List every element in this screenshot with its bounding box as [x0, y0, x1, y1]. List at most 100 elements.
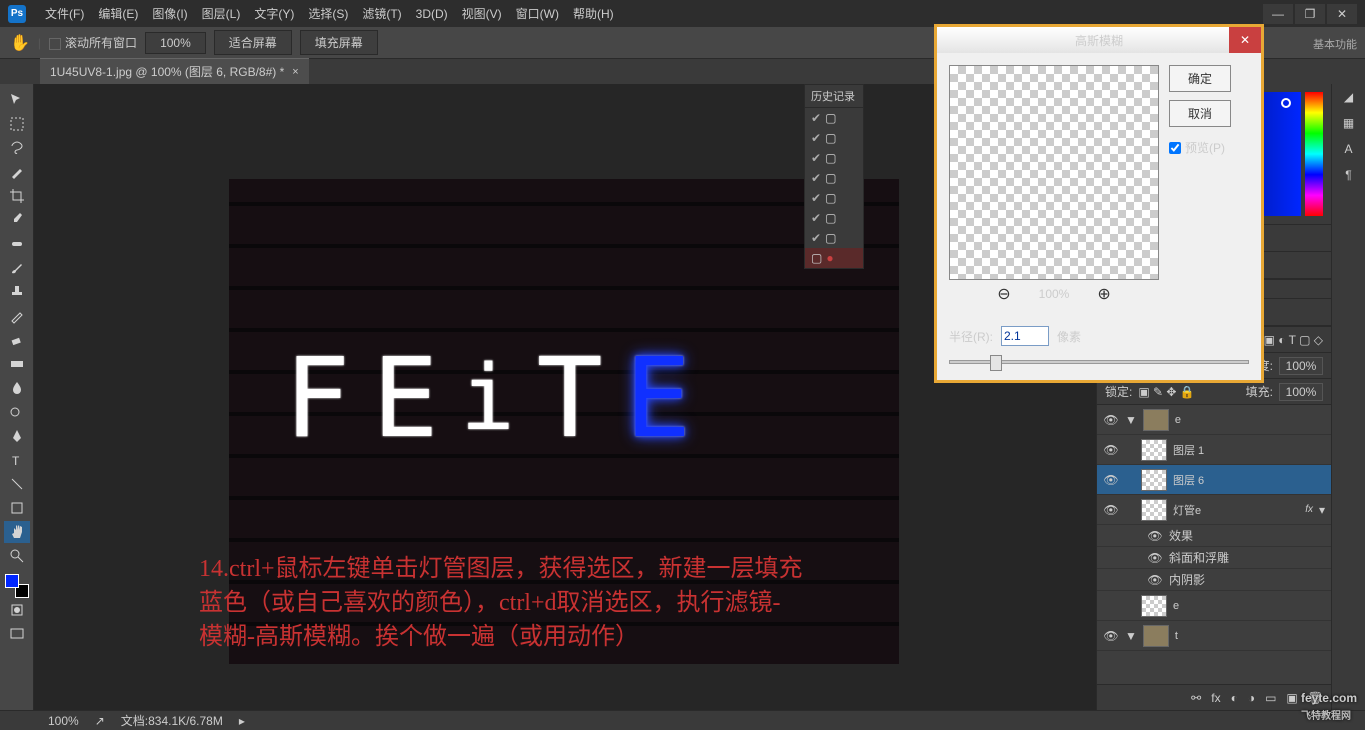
layers-panel: ρ 类型 ▣ ◐ T ▢ ◇ 正常 不透明度: 100% 锁定:▣ ✎ ✥ 🔒 … [1097, 326, 1331, 710]
history-item[interactable]: ✔▢ [805, 148, 863, 168]
layer-effect[interactable]: 👁斜面和浮雕 [1097, 547, 1331, 569]
quickmask-tool[interactable] [4, 599, 30, 621]
radius-input[interactable] [1001, 326, 1049, 346]
fit-screen-button[interactable]: 适合屏幕 [214, 30, 292, 55]
zoom-tool[interactable] [4, 545, 30, 567]
path-tool[interactable] [4, 473, 30, 495]
foreground-color[interactable] [5, 574, 19, 588]
eyedropper-tool[interactable] [4, 209, 30, 231]
fx-icon[interactable]: fx [1211, 691, 1220, 705]
visibility-icon[interactable]: 👁 [1103, 629, 1119, 643]
history-item[interactable]: ✔▢ [805, 168, 863, 188]
menu-layer[interactable]: 图层(L) [195, 5, 248, 22]
layer-group[interactable]: 👁▼t [1097, 621, 1331, 651]
menu-type[interactable]: 文字(Y) [247, 5, 301, 22]
minimize-button[interactable]: — [1263, 4, 1293, 24]
crop-tool[interactable] [4, 185, 30, 207]
layer-row[interactable]: 👁图层 1 [1097, 435, 1331, 465]
dialog-close-button[interactable]: ✕ [1229, 27, 1261, 53]
eraser-tool[interactable] [4, 329, 30, 351]
visibility-icon[interactable]: 👁 [1103, 443, 1119, 457]
doc-size: 文档:834.1K/6.78M [121, 712, 223, 729]
history-title: 历史记录 [805, 85, 863, 108]
layer-row[interactable]: e [1097, 591, 1331, 621]
maximize-button[interactable]: ❐ [1295, 4, 1325, 24]
menu-help[interactable]: 帮助(H) [566, 5, 621, 22]
shape-tool[interactable] [4, 497, 30, 519]
radius-slider[interactable] [949, 360, 1249, 364]
export-icon[interactable]: ↗ [95, 714, 105, 728]
wand-tool[interactable] [4, 161, 30, 183]
history-item[interactable]: ✔▢ [805, 108, 863, 128]
zoom-status[interactable]: 100% [48, 714, 79, 728]
history-brush-tool[interactable] [4, 305, 30, 327]
ok-button[interactable]: 确定 [1169, 65, 1231, 92]
history-item[interactable]: ✔▢ [805, 208, 863, 228]
history-item[interactable]: ✔▢ [805, 128, 863, 148]
visibility-icon[interactable]: 👁 [1103, 473, 1119, 487]
menu-window[interactable]: 窗口(W) [509, 5, 566, 22]
visibility-icon[interactable]: 👁 [1103, 503, 1119, 517]
visibility-icon[interactable]: 👁 [1103, 413, 1119, 427]
healing-tool[interactable] [4, 233, 30, 255]
dock-icon[interactable]: ◢ [1344, 90, 1353, 104]
menu-3d[interactable]: 3D(D) [409, 7, 455, 21]
hue-slider[interactable] [1305, 92, 1323, 216]
menu-image[interactable]: 图像(I) [145, 5, 194, 22]
blur-tool[interactable] [4, 377, 30, 399]
stamp-tool[interactable] [4, 281, 30, 303]
slider-thumb[interactable] [990, 355, 1002, 371]
preview-checkbox[interactable]: 预览(P) [1169, 139, 1231, 156]
layer-group[interactable]: 👁▼e [1097, 405, 1331, 435]
history-item[interactable]: ✔▢ [805, 188, 863, 208]
menu-filter[interactable]: 滤镜(T) [355, 5, 408, 22]
color-swatches[interactable] [5, 574, 29, 598]
watermark: feyte.com 飞特教程网 [1301, 686, 1357, 722]
canvas[interactable]: FEiTE 14.ctrl+鼠标左键单击灯管图层，获得选区，新建一层填充 蓝色（… [229, 179, 899, 664]
hand-tool[interactable] [4, 521, 30, 543]
gradient-tool[interactable] [4, 353, 30, 375]
history-item[interactable]: ✔▢ [805, 228, 863, 248]
fill-screen-button[interactable]: 填充屏幕 [300, 30, 378, 55]
brush-tool[interactable] [4, 257, 30, 279]
dock-icon[interactable]: ▦ [1343, 116, 1354, 130]
dock-icon[interactable]: A [1344, 142, 1352, 156]
mask-icon[interactable]: ◐ [1231, 691, 1238, 705]
tab-close-icon[interactable]: × [292, 66, 298, 78]
dodge-tool[interactable] [4, 401, 30, 423]
zoom-out-icon[interactable]: ⊖ [997, 284, 1010, 304]
menu-file[interactable]: 文件(F) [38, 5, 91, 22]
marquee-tool[interactable] [4, 113, 30, 135]
layer-row[interactable]: 👁灯管efx▾ [1097, 495, 1331, 525]
close-button[interactable]: ✕ [1327, 4, 1357, 24]
layer-row[interactable]: 👁图层 6 [1097, 465, 1331, 495]
type-tool[interactable]: T [4, 449, 30, 471]
workspace-selector[interactable]: 基本功能 [1313, 36, 1357, 52]
document-tab[interactable]: 1U45UV8-1.jpg @ 100% (图层 6, RGB/8#) * × [40, 58, 309, 84]
menu-select[interactable]: 选择(S) [301, 5, 355, 22]
layer-effect[interactable]: 👁内阴影 [1097, 569, 1331, 591]
fill-input[interactable]: 100% [1279, 383, 1323, 401]
opacity-input[interactable]: 100% [1279, 357, 1323, 375]
move-tool[interactable] [4, 89, 30, 111]
layer-effect[interactable]: 👁效果 [1097, 525, 1331, 547]
scroll-all-checkbox[interactable]: 滚动所有窗口 [49, 34, 137, 51]
dialog-title: 高斯模糊 ✕ [937, 27, 1261, 53]
link-layers-icon[interactable]: ⚯ [1191, 691, 1201, 705]
dock-icon[interactable]: ¶ [1345, 168, 1351, 182]
layer-thumb [1141, 595, 1167, 617]
menu-view[interactable]: 视图(V) [455, 5, 509, 22]
lasso-tool[interactable] [4, 137, 30, 159]
zoom-in-icon[interactable]: ⊕ [1097, 284, 1110, 304]
cancel-button[interactable]: 取消 [1169, 100, 1231, 127]
menu-edit[interactable]: 编辑(E) [91, 5, 145, 22]
pen-tool[interactable] [4, 425, 30, 447]
zoom-level-button[interactable]: 100% [145, 32, 206, 54]
preview-zoom: 100% [1039, 287, 1070, 301]
group-icon[interactable]: ▭ [1265, 691, 1276, 705]
adjustment-icon[interactable]: ◑ [1248, 691, 1255, 705]
new-layer-icon[interactable]: ▣ [1286, 691, 1297, 705]
screenmode-tool[interactable] [4, 623, 30, 645]
tab-title: 1U45UV8-1.jpg @ 100% (图层 6, RGB/8#) * [50, 63, 284, 80]
preview-box[interactable] [949, 65, 1159, 280]
